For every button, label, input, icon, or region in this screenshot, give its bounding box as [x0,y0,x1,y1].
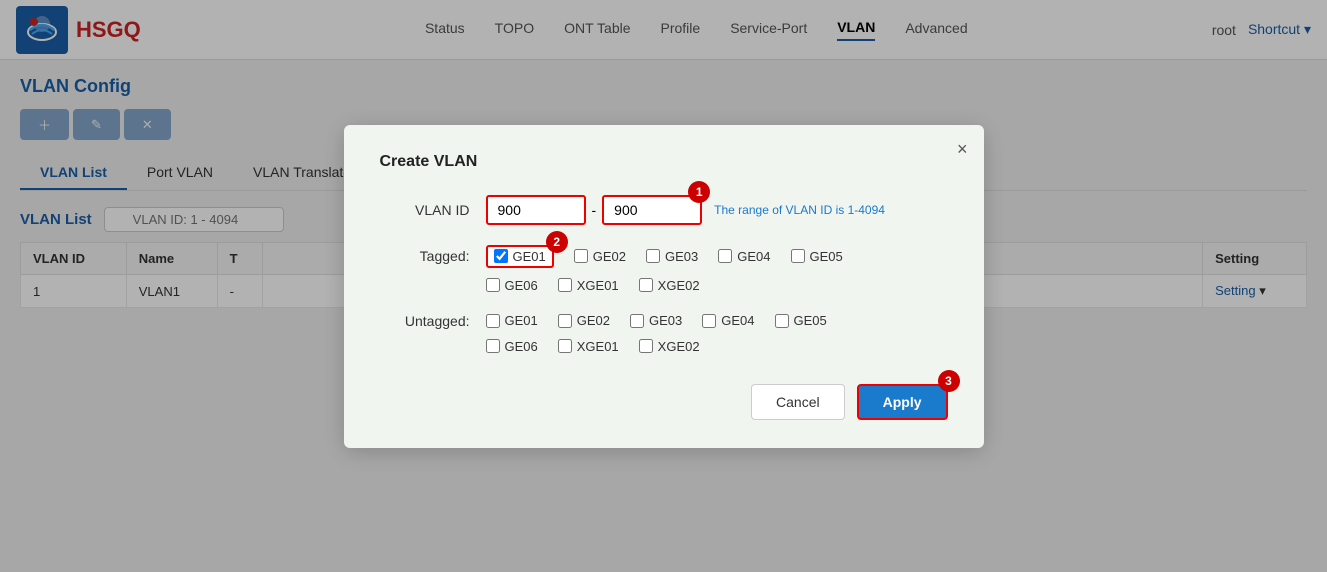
untagged-ge04-item: GE04 [702,313,754,328]
tagged-xge02-checkbox[interactable] [639,278,653,292]
untagged-ge05-checkbox[interactable] [775,314,789,328]
untagged-ge03-label: GE03 [649,313,682,328]
vlan-range-hint: The range of VLAN ID is 1-4094 [714,203,885,217]
tagged-xge02-item: XGE02 [639,278,700,293]
untagged-xge01-item: XGE01 [558,339,619,354]
tagged-ge03-item: GE03 [646,245,698,268]
untagged-xge02-item: XGE02 [639,339,700,354]
create-vlan-dialog: Create VLAN × VLAN ID - 1 The range of V… [344,125,984,448]
step-badge-1: 1 [688,181,710,203]
tagged-ge03-checkbox[interactable] [646,249,660,263]
tagged-row-2: GE06 XGE01 XGE02 [380,278,948,293]
vlan-id-row: VLAN ID - 1 The range of VLAN ID is 1-40… [380,195,948,225]
dialog-title: Create VLAN [380,153,948,171]
untagged-row: Untagged: GE01 GE02 GE03 GE04 [380,313,948,329]
untagged-xge01-label: XGE01 [577,339,619,354]
tagged-ge06-item: GE06 [486,278,538,293]
dialog-close-button[interactable]: × [957,139,968,160]
untagged-ge04-checkbox[interactable] [702,314,716,328]
untagged-ge01-item: GE01 [486,313,538,328]
tagged-ge02-checkbox[interactable] [574,249,588,263]
dialog-footer: Cancel Apply 3 [380,384,948,420]
vlan-id-to-input[interactable] [602,195,702,225]
tagged-ge02-label: GE02 [593,249,626,264]
tagged-xge01-checkbox[interactable] [558,278,572,292]
untagged-ge06-label: GE06 [505,339,538,354]
tagged-ge05-item: GE05 [791,245,843,268]
untagged-checkbox-group: GE01 GE02 GE03 GE04 GE05 [486,313,948,328]
untagged-xge02-label: XGE02 [658,339,700,354]
apply-button[interactable]: Apply [857,384,948,420]
vlan-id-label: VLAN ID [380,202,470,218]
tagged-ge01-item: GE01 2 [486,245,554,268]
cancel-button[interactable]: Cancel [751,384,845,420]
tagged-ge06-checkbox[interactable] [486,278,500,292]
tagged-row: Tagged: GE01 2 GE02 GE03 GE04 [380,245,948,268]
vlan-id-group: - 1 [486,195,703,225]
tagged-ge04-checkbox[interactable] [718,249,732,263]
untagged-checkbox-group-2: GE06 XGE01 XGE02 [486,339,948,354]
untagged-xge01-checkbox[interactable] [558,339,572,353]
untagged-ge01-label: GE01 [505,313,538,328]
overlay: Create VLAN × VLAN ID - 1 The range of V… [0,0,1327,572]
tagged-checkbox-group-2: GE06 XGE01 XGE02 [486,278,948,293]
untagged-ge03-checkbox[interactable] [630,314,644,328]
untagged-ge02-checkbox[interactable] [558,314,572,328]
untagged-ge03-item: GE03 [630,313,682,328]
untagged-row-2: GE06 XGE01 XGE02 [380,339,948,354]
step-badge-3: 3 [938,370,960,392]
vlan-id-separator: - [592,202,597,218]
step-badge-2: 2 [546,231,568,253]
untagged-ge02-label: GE02 [577,313,610,328]
tagged-xge01-label: XGE01 [577,278,619,293]
untagged-ge04-label: GE04 [721,313,754,328]
untagged-ge06-checkbox[interactable] [486,339,500,353]
untagged-ge01-checkbox[interactable] [486,314,500,328]
untagged-ge05-item: GE05 [775,313,827,328]
vlan-id-from-input[interactable] [486,195,586,225]
tagged-ge01-label: GE01 [513,249,546,264]
tagged-ge05-label: GE05 [810,249,843,264]
untagged-xge02-checkbox[interactable] [639,339,653,353]
tagged-ge04-item: GE04 [718,245,770,268]
tagged-xge02-label: XGE02 [658,278,700,293]
tagged-ge04-label: GE04 [737,249,770,264]
untagged-label: Untagged: [380,313,470,329]
tagged-xge01-item: XGE01 [558,278,619,293]
untagged-ge06-item: GE06 [486,339,538,354]
untagged-ge05-label: GE05 [794,313,827,328]
tagged-label: Tagged: [380,248,470,264]
tagged-ge01-checkbox[interactable] [494,249,508,263]
tagged-ge02-item: GE02 [574,245,626,268]
tagged-ge03-label: GE03 [665,249,698,264]
untagged-ge02-item: GE02 [558,313,610,328]
tagged-checkbox-group: GE01 2 GE02 GE03 GE04 GE05 [486,245,948,268]
tagged-ge05-checkbox[interactable] [791,249,805,263]
tagged-ge06-label: GE06 [505,278,538,293]
